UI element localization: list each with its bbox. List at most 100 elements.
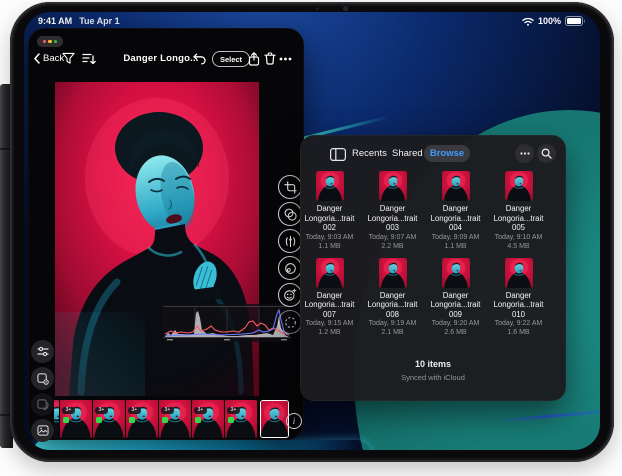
close-window-dot[interactable] [43,40,46,43]
file-item[interactable]: Danger Longoria...trait 010 Today, 9:22 … [487,258,550,338]
file-thumbnail [442,171,470,201]
minimize-window-dot[interactable] [48,40,51,43]
filmstrip-thumb-selected[interactable] [260,400,289,438]
photo-canvas[interactable] [55,82,259,396]
tab-browse-label: Browse [430,148,464,159]
sync-status: Synced with iCloud [300,373,566,382]
marketing-scene: 9:41 AM Tue Apr 1 100% [0,0,622,476]
adjustments-dial-icon [284,235,297,248]
thumb-badge: 3+ [128,407,141,414]
status-time: 9:41 AM [38,16,72,26]
filmstrip-thumb[interactable]: 3+ [126,400,158,438]
file-name-line1: Danger [487,291,550,301]
search-button[interactable] [537,144,556,163]
undo-icon [193,53,206,65]
thumb-badge: 3+ [161,407,174,414]
sidebar-toggle-icon [330,148,346,161]
edited-indicator-dot [63,417,69,423]
masking-dashed-circle-icon [284,316,297,329]
undo-button[interactable] [192,51,207,66]
file-item[interactable]: Danger Longoria...trait 002 Today, 9:03 … [298,171,361,251]
portrait-thumbnail-image [505,171,533,201]
tab-browse[interactable]: Browse [424,145,470,162]
file-name-line2: Longoria...trait 007 [298,300,361,319]
battery-percent: 100% [538,16,561,26]
ipad-screen: 9:41 AM Tue Apr 1 100% [24,12,600,450]
portrait-thumbnail-image [316,171,344,201]
file-item[interactable]: Danger Longoria...trait 004 Today, 9:09 … [424,171,487,251]
tab-recents[interactable]: Recents [352,148,387,159]
file-name-line1: Danger [424,291,487,301]
filmstrip-thumb[interactable]: 3+ [192,400,224,438]
file-thumbnail [316,258,344,288]
select-button[interactable]: Select [212,51,250,67]
tab-shared[interactable]: Shared [392,148,423,159]
more-ellipsis-icon [279,57,292,61]
filmstrip-thumb[interactable]: 3+ [225,400,257,438]
portrait-thumbnail-image [54,400,59,438]
file-item[interactable]: Danger Longoria...trait 003 Today, 9:07 … [361,171,424,251]
file-item[interactable]: Danger Longoria...trait 005 Today, 9:10 … [487,171,550,251]
histogram-chart [163,304,291,342]
mic-dot [316,7,319,10]
presets-button[interactable] [31,340,54,363]
crop-icon [284,181,297,194]
file-name-line2: Longoria...trait 008 [361,300,424,319]
file-modified-time: Today, 9:09 AM [424,233,487,242]
filmstrip-thumb[interactable]: 3+ [93,400,125,438]
file-modified-time: Today, 9:10 AM [487,233,550,242]
filter-funnel-icon [62,52,75,65]
gallery-button[interactable] [31,419,54,442]
portrait-thumbnail-image [316,258,344,288]
file-thumbnail [379,171,407,201]
more-options-button[interactable] [515,144,534,163]
filter-button[interactable] [61,51,76,66]
status-bar: 9:41 AM Tue Apr 1 100% [34,15,590,28]
file-item[interactable]: Danger Longoria...trait 009 Today, 9:20 … [424,258,487,338]
thumb-badge: 3+ [95,407,108,414]
file-size: 1.1 MB [424,242,487,251]
window-controls[interactable] [37,36,63,47]
trash-icon [264,52,276,65]
filmstrip-thumb-partial[interactable] [54,400,59,438]
sort-button[interactable] [81,51,96,66]
export-gear-icon [37,373,49,385]
filmstrip[interactable]: 3+ 3+ [54,400,289,438]
filters-icon [284,208,297,221]
search-magnifier-icon [541,148,552,159]
thumb-badge: 3+ [194,407,207,414]
info-button[interactable]: i [286,413,302,429]
battery-icon [565,16,586,26]
more-ellipsis-icon [520,152,530,155]
file-name-line1: Danger [298,204,361,214]
file-thumbnail [316,171,344,201]
portrait-thumbnail-image [442,171,470,201]
thumb-badge: 3+ [62,407,75,414]
share-button[interactable] [246,51,261,66]
file-modified-time: Today, 9:19 AM [361,319,424,328]
export-button[interactable] [31,367,54,390]
versions-button[interactable] [31,393,54,416]
portrait-thumbnail-image [379,258,407,288]
tone-circle-icon [284,262,297,275]
filmstrip-thumb[interactable]: 3+ [60,400,92,438]
zoom-window-dot[interactable] [54,40,57,43]
delete-button[interactable] [262,51,277,66]
retouch-face-icon [283,288,297,302]
file-name-line2: Longoria...trait 010 [487,300,550,319]
share-icon [248,52,260,66]
edited-indicator-dot [228,417,234,423]
portrait-thumbnail-image [379,171,407,201]
file-size: 2.1 MB [361,328,424,337]
wallpaper-cyan-glow [34,440,372,450]
sidebar-toggle-button[interactable] [330,148,346,166]
file-item[interactable]: Danger Longoria...trait 007 Today, 9:15 … [298,258,361,338]
filmstrip-thumb[interactable]: 3+ [159,400,191,438]
file-thumbnail [505,258,533,288]
item-count: 10 items [300,359,566,369]
files-grid: Danger Longoria...trait 002 Today, 9:03 … [298,171,550,337]
back-button[interactable]: Back [34,51,64,66]
file-modified-time: Today, 9:03 AM [298,233,361,242]
file-item[interactable]: Danger Longoria...trait 008 Today, 9:19 … [361,258,424,338]
more-button[interactable] [278,51,293,66]
